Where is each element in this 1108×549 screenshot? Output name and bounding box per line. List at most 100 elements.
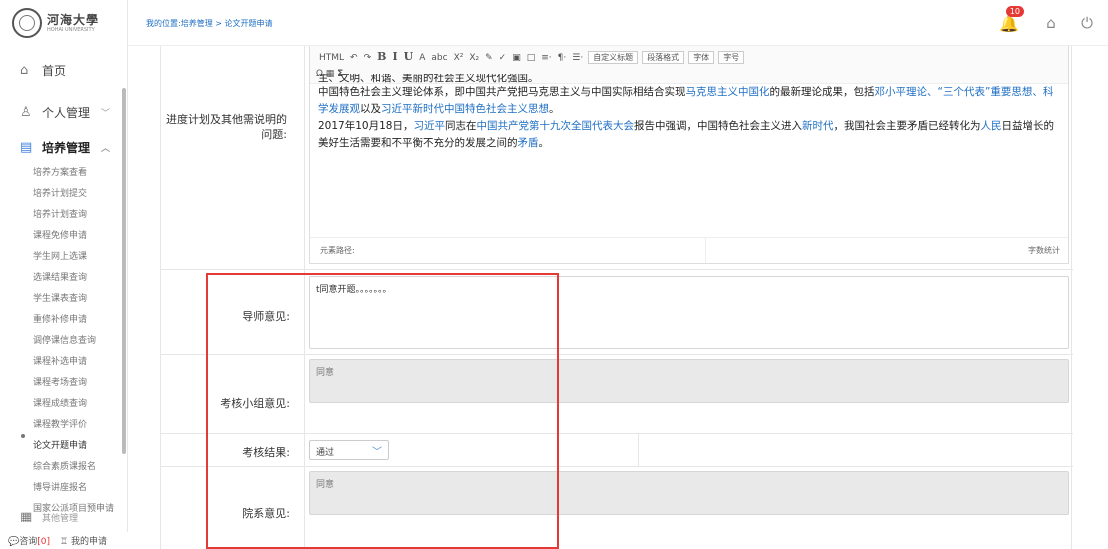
toolbar-button[interactable]: ✎ [485, 53, 493, 63]
thesis-form: 进度计划及其他需说明的问题: HTML ↶ ↷ B I U Aabc X² X₂ ✎ ✓ ▣ □ ≡· ¶·… [160, 46, 1073, 549]
chevron-up-icon: ︿ [100, 144, 110, 154]
apply-icon: ♖ [59, 537, 69, 547]
sidebar-subitem[interactable]: 选课结果查询 [33, 270, 87, 283]
sidebar-item-training[interactable]: ▤ 培养管理 ︿ [0, 139, 128, 156]
sidebar-subitem[interactable]: 调停课信息查询 [33, 333, 96, 346]
toolbar-button[interactable]: abc [431, 53, 447, 63]
toolbar-button[interactable]: U [404, 50, 414, 63]
toolbar-select[interactable]: 字号 [718, 51, 745, 64]
editor-link[interactable]: 习近平 [413, 120, 445, 132]
result-label: 考核结果: [242, 446, 290, 459]
advisor-label: 导师意见: [242, 310, 290, 323]
dept-opinion-field: 同意 [309, 471, 1069, 515]
toolbar-button[interactable]: ☰· [572, 53, 583, 63]
consult-link[interactable]: 💬咨询[0] [8, 534, 50, 547]
dept-row: 院系意见: 同意 [161, 467, 1073, 549]
sidebar-subitem[interactable]: 学生网上选课 [33, 249, 87, 262]
sidebar-subitem[interactable]: 博导讲座报名 [33, 480, 87, 493]
editor-link[interactable]: 人民 [980, 120, 1001, 132]
toolbar-button[interactable]: A [419, 53, 425, 63]
editor-paragraph-2: 2017年10月18日，习近平同志在中国共产党第十九次全国代表大会报告中强调，中… [318, 120, 1054, 149]
toolbar-button[interactable]: ↶ [350, 53, 358, 63]
chevron-down-icon: ﹀ [100, 109, 110, 119]
group-opinion-field: 同意 [309, 359, 1069, 403]
progress-row: 进度计划及其他需说明的问题: HTML ↶ ↷ B I U Aabc X² X₂ ✎ ✓ ▣ □ ≡· ¶·… [161, 46, 1073, 270]
top-bar: 我的位置:培养管理 > 论文开题申请 🔔 10 ⌂ ⏻ [128, 0, 1108, 46]
chevron-down-icon: ﹀ [372, 447, 382, 458]
sidebar-subitem[interactable]: 课程免修申请 [33, 228, 87, 241]
sidebar-item-label: 首页 [42, 64, 67, 78]
notification-button[interactable]: 🔔 10 [994, 5, 1024, 33]
rich-text-editor[interactable]: HTML ↶ ↷ B I U Aabc X² X₂ ✎ ✓ ▣ □ ≡· ¶· ☰· 自定义标题 段落格式 字体 字号… [309, 46, 1069, 264]
dept-label: 院系意见: [242, 507, 290, 520]
toolbar-button[interactable]: ≡· [541, 53, 551, 63]
sidebar: 河海大學 HOHAI UNIVERSITY ⌂ 首页 ♙ 个人管理 ﹀ ▤ 培养… [0, 0, 128, 549]
result-select[interactable]: 通过 ﹀ [309, 440, 389, 460]
toolbar-button[interactable]: ▣ [512, 53, 521, 63]
sidebar-subitem[interactable]: 培养计划查询 [33, 207, 87, 220]
grid-icon: ▦ [20, 512, 33, 522]
editor-statusbar: 元素路径: 字数统计 [310, 237, 1068, 263]
advisor-opinion-field[interactable]: t同意开题。。。。。。。 [309, 276, 1069, 349]
sidebar-scrollbar[interactable] [122, 88, 126, 454]
result-select-value: 通过 [316, 448, 335, 458]
toolbar-button[interactable]: X² [454, 53, 464, 63]
active-indicator-dot [21, 434, 25, 438]
breadcrumb[interactable]: 我的位置:培养管理 > 论文开题申请 [146, 18, 272, 29]
sidebar-subitem[interactable]: 论文开题申请 [33, 438, 87, 451]
book-icon: ▤ [20, 140, 33, 155]
editor-content[interactable]: 主、文明、和谐、美丽的社会主义现代化强国。 中国特色社会主义理论体系，即中国共产… [310, 74, 1068, 154]
editor-line: 主、文明、和谐、美丽的社会主义现代化强国。 [318, 74, 539, 84]
group-row: 考核小组意见: 同意 [161, 355, 1073, 434]
toolbar-button[interactable]: □ [527, 53, 536, 63]
sidebar-item-home[interactable]: ⌂ 首页 [0, 62, 128, 79]
my-apply-link[interactable]: ♖ 我的申请 [60, 534, 107, 547]
user-account-icon[interactable]: ⌂ [1036, 14, 1066, 32]
logo-subtitle: HOHAI UNIVERSITY [47, 26, 95, 33]
consult-count: [0] [37, 537, 50, 547]
sidebar-item-label: 其他管理 [42, 513, 79, 523]
progress-label: 进度计划及其他需说明的问题: [166, 113, 287, 141]
sidebar-item-label: 培养管理 [42, 141, 91, 155]
toolbar-button[interactable]: HTML [319, 53, 344, 63]
toolbar-button[interactable]: ✓ [499, 53, 507, 63]
university-logo[interactable]: 河海大學 HOHAI UNIVERSITY [0, 0, 127, 46]
toolbar-button[interactable]: ↷ [364, 53, 372, 63]
sidebar-subitem[interactable]: 培养方案查看 [33, 165, 87, 178]
toolbar-select[interactable]: 自定义标题 [588, 51, 639, 64]
editor-link[interactable]: 习近平新时代中国特色社会主义思想 [381, 103, 549, 115]
sidebar-subitem[interactable]: 学生课表查询 [33, 291, 87, 304]
result-row: 考核结果: 通过 ﹀ [161, 434, 1073, 467]
editor-link[interactable]: 新时代 [802, 120, 834, 132]
toolbar-select[interactable]: 字体 [688, 51, 715, 64]
sidebar-subitem[interactable]: 课程成绩查询 [33, 396, 87, 409]
user-icon: ♙ [20, 105, 32, 120]
toolbar-button[interactable]: X₂ [469, 53, 479, 63]
sidebar-footer: 💬咨询[0] ♖ 我的申请 [0, 532, 128, 549]
editor-link[interactable]: 马克思主义中国化 [686, 86, 770, 98]
word-count-label: 字数统计 [1028, 246, 1060, 255]
toolbar-button[interactable]: ¶· [558, 53, 567, 63]
sidebar-item-personal[interactable]: ♙ 个人管理 ﹀ [0, 104, 128, 121]
sidebar-subitem[interactable]: 课程考场查询 [33, 375, 87, 388]
chat-icon: 💬 [8, 537, 20, 547]
editor-link[interactable]: 中国共产党第十九次全国代表大会 [476, 120, 634, 132]
sidebar-subitem[interactable]: 重修补修申请 [33, 312, 87, 325]
group-label: 考核小组意见: [220, 397, 290, 410]
sidebar-item-label: 个人管理 [42, 106, 91, 120]
power-icon[interactable]: ⏻ [1072, 14, 1102, 32]
toolbar-button[interactable]: I [392, 50, 397, 63]
element-path-label: 元素路径: [310, 238, 706, 263]
toolbar-select[interactable]: 段落格式 [642, 51, 685, 64]
sidebar-subitem[interactable]: 培养计划提交 [33, 186, 87, 199]
editor-paragraph-1: 中国特色社会主义理论体系，即中国共产党把马克思主义与中国实际相结合实现马克思主义… [318, 86, 1054, 115]
editor-link[interactable]: 矛盾 [518, 137, 539, 149]
logo-seal-icon [12, 8, 42, 38]
sidebar-subitem[interactable]: 综合素质课报名 [33, 459, 96, 472]
sidebar-item-other[interactable]: ▦ 其他管理 [0, 512, 128, 522]
logo-title: 河海大學 [47, 12, 100, 27]
sidebar-subitem[interactable]: 课程教学评价 [33, 417, 87, 430]
toolbar-button[interactable]: B [377, 50, 386, 63]
advisor-row: 导师意见: t同意开题。。。。。。。 [161, 270, 1073, 355]
sidebar-subitem[interactable]: 课程补选申请 [33, 354, 87, 367]
